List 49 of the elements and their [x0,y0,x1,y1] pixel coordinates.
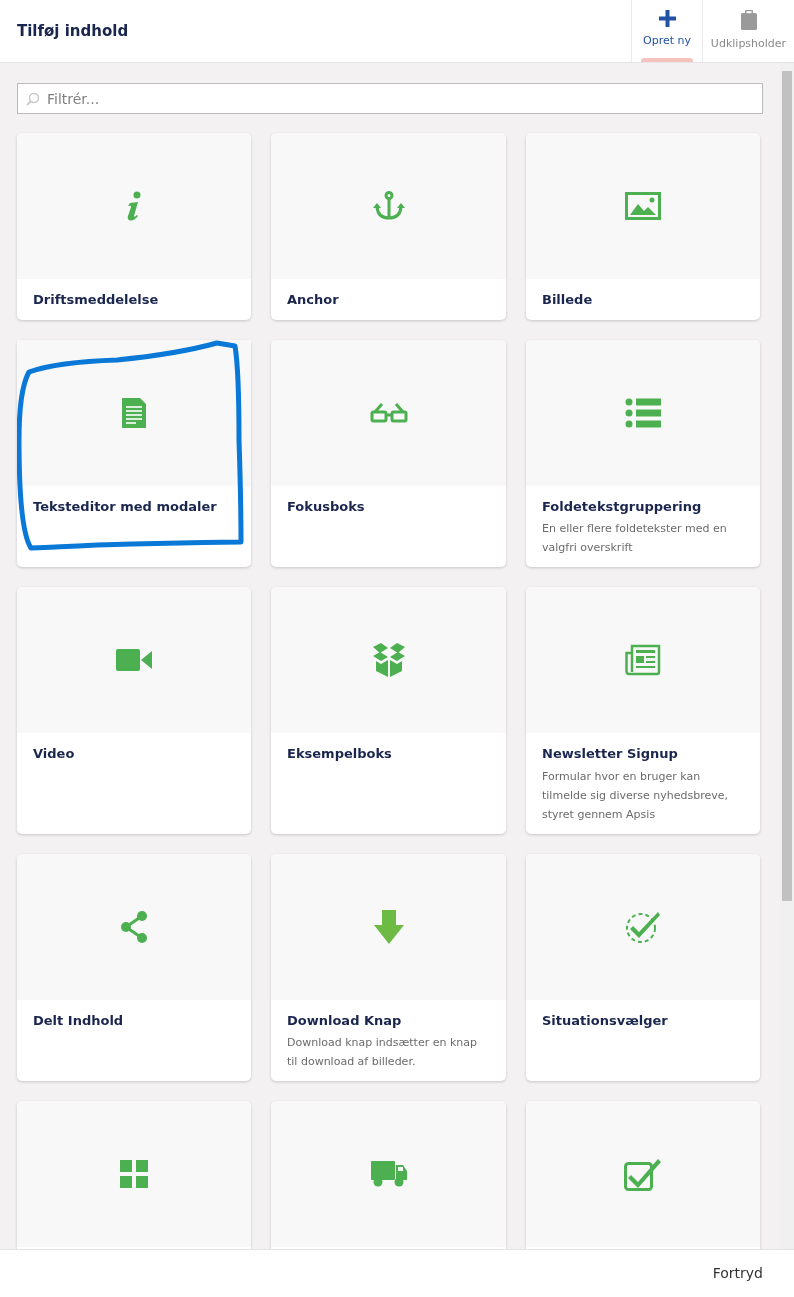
info-icon [125,191,143,221]
content-type-card[interactable]: Download Knap Download knap indsætter en knap til download af billeder. [271,853,506,1081]
truck-icon [370,1161,407,1187]
content-type-card[interactable]: Teksteditor med modaler [17,339,251,567]
card-title: Driftsmeddelelse [33,291,160,309]
content-type-card[interactable]: Driftsmeddelelse [17,133,251,320]
card-title: Fokusboks [287,497,366,516]
card-title: Download Knap [287,1011,403,1030]
image-icon [625,192,661,220]
checkbox-icon [624,1157,662,1191]
card-title: Foldetekstgruppering [542,497,703,516]
card-title: Situationsvælger [542,1011,669,1030]
content-type-card[interactable]: Eksempelboks [271,587,506,834]
content-type-card[interactable]: Situationsvælger [526,853,760,1081]
card-title: Teksteditor med modaler [33,497,218,516]
content-type-card[interactable]: Fokusboks [271,339,506,567]
newspaper-icon [625,644,661,676]
content-type-card[interactable]: Video [17,587,251,834]
card-description: En eller flere foldetekster med en valgfri overskrift [542,521,728,556]
video-camera-icon [116,649,152,671]
download-arrow-icon [373,909,404,944]
content-type-card[interactable] [17,1101,251,1249]
card-description: Formular hvor en bruger kan tilmelde sig diverse nyhedsbreve, styret gennem Apsis [542,768,730,823]
card-title: Billede [542,291,594,309]
anchor-icon [372,191,405,221]
grid-icon [120,1160,148,1188]
content-type-card[interactable] [271,1101,506,1249]
share-icon [120,909,148,944]
list-icon [625,397,661,428]
card-title: Eksempelboks [287,745,393,763]
dialog-title: Tilføj indhold [17,20,129,42]
document-icon [122,397,146,428]
cancel-button[interactable]: Fortryd [712,1259,763,1288]
clipboard-icon [740,10,757,30]
filter-field[interactable]: Filtrér... [17,83,763,114]
content-type-card[interactable]: Foldetekstgruppering En eller flere foldetekster med en valgfri overskrift [526,339,760,567]
card-title: Delt Indhold [33,1011,125,1030]
card-title: Video [33,745,76,763]
card-title: Newsletter Signup [542,745,679,763]
plus-icon [658,10,676,27]
content-type-card[interactable] [526,1101,760,1249]
content-type-card[interactable]: Delt Indhold [17,853,251,1081]
card-title: Anchor [287,291,340,309]
content-type-card[interactable]: Billede [526,133,760,320]
card-description: Download knap indsætter en knap til download af billeder. [287,1035,478,1070]
content-type-card[interactable]: Anchor [271,133,506,320]
content-type-card[interactable]: Newsletter Signup Formular hvor en bruger kan tilmelde sig diverse nyhedsbreve, styret gennem Apsis [526,587,760,834]
glasses-icon [369,401,408,424]
scrollbar-thumb[interactable] [782,71,792,901]
